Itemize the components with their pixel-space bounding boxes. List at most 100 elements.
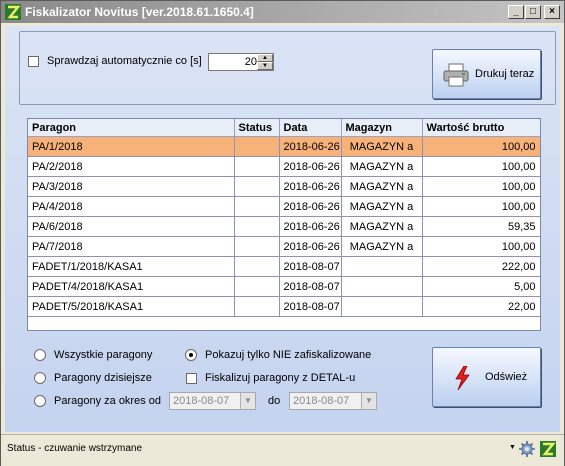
column-header-data[interactable]: Data	[279, 119, 342, 137]
cell-paragon: PA/4/2018	[28, 196, 235, 217]
cell-magazyn	[341, 256, 423, 277]
auto-check-label: Sprawdzaj automatycznie co [s]	[47, 55, 202, 67]
cell-paragon: PADET/4/2018/KASA1	[28, 276, 235, 297]
cell-data: 2018-06-26	[279, 156, 342, 177]
cell-status	[234, 256, 280, 277]
table-row[interactable]: PADET/4/2018/KASA1 2018-08-07 5,00	[28, 276, 540, 297]
cell-magazyn: MAGAZYN a	[341, 176, 423, 197]
column-header-magazyn[interactable]: Magazyn	[341, 119, 423, 137]
cell-paragon: PA/2/2018	[28, 156, 235, 177]
show-not-fiscalized-label: Pokazuj tylko NIE zafiskalizowane	[205, 349, 372, 361]
table-row[interactable]: PA/4/2018 2018-06-26 MAGAZYN a 100,00	[28, 196, 540, 217]
table-row[interactable]: PA/2/2018 2018-06-26 MAGAZYN a 100,00	[28, 156, 540, 177]
cell-paragon: FADET/1/2018/KASA1	[28, 256, 235, 277]
cell-paragon: PADET/5/2018/KASA1	[28, 296, 235, 317]
radio-range-receipts-label: Paragony za okres od	[54, 395, 162, 407]
maximize-button[interactable]: □	[525, 5, 541, 19]
grid-header-row: Paragon Status Data Magazyn Wartość brut…	[28, 119, 540, 137]
cell-paragon: PA/3/2018	[28, 176, 235, 197]
cell-wartosc: 100,00	[422, 196, 540, 217]
cell-data: 2018-08-07	[279, 296, 342, 317]
fiscalize-detal-label: Fiskalizuj paragony z DETAL-u	[205, 372, 356, 384]
auto-check-checkbox[interactable]	[28, 56, 39, 67]
cell-wartosc: 22,00	[422, 296, 540, 317]
cell-status	[234, 296, 280, 317]
refresh-button[interactable]: Odśwież	[432, 347, 541, 407]
interval-spinner[interactable]: ▲ ▼	[208, 53, 274, 71]
date-from-picker[interactable]: 2018-08-07 ▼	[169, 392, 256, 410]
table-row[interactable]: PADET/5/2018/KASA1 2018-08-07 22,00	[28, 296, 540, 317]
cell-status	[234, 236, 280, 257]
cell-data: 2018-06-26	[279, 216, 342, 237]
minimize-button[interactable]: _	[508, 5, 524, 19]
cell-status	[234, 136, 280, 157]
cell-magazyn: MAGAZYN a	[341, 236, 423, 257]
cell-status	[234, 276, 280, 297]
cell-paragon: PA/6/2018	[28, 216, 235, 237]
cell-wartosc: 100,00	[422, 236, 540, 257]
radio-today-receipts[interactable]	[34, 372, 46, 384]
column-header-wartosc[interactable]: Wartość brutto	[422, 119, 540, 137]
table-row[interactable]: PA/7/2018 2018-06-26 MAGAZYN a 100,00	[28, 236, 540, 257]
print-now-button[interactable]: Drukuj teraz	[432, 49, 541, 99]
cell-magazyn: MAGAZYN a	[341, 216, 423, 237]
app-tray-icon[interactable]	[540, 441, 556, 457]
cell-paragon: PA/7/2018	[28, 236, 235, 257]
radio-today-receipts-label: Paragony dzisiejsze	[54, 372, 152, 384]
fiscalize-detal-checkbox[interactable]	[186, 373, 197, 384]
cell-status	[234, 216, 280, 237]
lightning-icon	[455, 366, 470, 390]
cell-data: 2018-08-07	[279, 256, 342, 277]
receipts-grid[interactable]: Paragon Status Data Magazyn Wartość brut…	[27, 118, 541, 331]
title-bar: Fiskalizator Novitus [ver.2018.61.1650.4…	[1, 1, 564, 23]
spin-up-icon[interactable]: ▲	[257, 54, 273, 62]
interval-input[interactable]	[209, 54, 259, 70]
cell-status	[234, 176, 280, 197]
cell-status	[234, 156, 280, 177]
cell-data: 2018-06-26	[279, 236, 342, 257]
radio-range-receipts[interactable]	[34, 395, 46, 407]
radio-show-not-fiscalized[interactable]	[185, 349, 197, 361]
date-to-value: 2018-08-07	[293, 395, 350, 407]
app-window: Fiskalizator Novitus [ver.2018.61.1650.4…	[0, 0, 565, 466]
cell-magazyn: MAGAZYN a	[341, 196, 423, 217]
table-row[interactable]: PA/3/2018 2018-06-26 MAGAZYN a 100,00	[28, 176, 540, 197]
print-now-label: Drukuj teraz	[475, 68, 535, 80]
refresh-label: Odśwież	[485, 371, 528, 383]
cell-wartosc: 100,00	[422, 176, 540, 197]
cell-wartosc: 100,00	[422, 156, 540, 177]
chevron-down-icon[interactable]: ▼	[240, 393, 255, 409]
spinner-arrows[interactable]: ▲ ▼	[257, 54, 273, 70]
cell-data: 2018-06-26	[279, 176, 342, 197]
cell-status	[234, 196, 280, 217]
cell-wartosc: 222,00	[422, 256, 540, 277]
cell-wartosc: 100,00	[422, 136, 540, 157]
radio-all-receipts[interactable]	[34, 349, 46, 361]
radio-all-receipts-label: Wszystkie paragony	[54, 349, 153, 361]
date-from-value: 2018-08-07	[173, 395, 230, 407]
cell-magazyn	[341, 296, 423, 317]
app-logo-icon	[5, 4, 21, 20]
status-text: Status - czuwanie wstrzymane	[7, 443, 143, 454]
table-row[interactable]: PA/6/2018 2018-06-26 MAGAZYN a 59,35	[28, 216, 540, 237]
cell-data: 2018-06-26	[279, 136, 342, 157]
close-button[interactable]: ×	[544, 5, 560, 19]
receipts-table: Paragon Status Data Magazyn Wartość brut…	[28, 119, 540, 317]
date-to-label: do	[268, 395, 281, 407]
date-to-picker[interactable]: 2018-08-07 ▼	[289, 392, 377, 410]
chevron-down-icon[interactable]: ▼	[361, 393, 376, 409]
table-row[interactable]: PA/1/2018 2018-06-26 MAGAZYN a 100,00	[28, 136, 540, 157]
gear-icon[interactable]	[519, 441, 535, 457]
cell-data: 2018-08-07	[279, 276, 342, 297]
column-header-status[interactable]: Status	[234, 119, 280, 137]
column-header-paragon[interactable]: Paragon	[28, 119, 235, 137]
printer-icon	[443, 63, 469, 87]
cell-magazyn	[341, 276, 423, 297]
cell-magazyn: MAGAZYN a	[341, 156, 423, 177]
cell-magazyn: MAGAZYN a	[341, 136, 423, 157]
cell-wartosc: 59,35	[422, 216, 540, 237]
spin-down-icon[interactable]: ▼	[257, 62, 273, 70]
table-row[interactable]: FADET/1/2018/KASA1 2018-08-07 222,00	[28, 256, 540, 277]
tray-menu-icon[interactable]: ▼	[509, 444, 516, 451]
cell-data: 2018-06-26	[279, 196, 342, 217]
